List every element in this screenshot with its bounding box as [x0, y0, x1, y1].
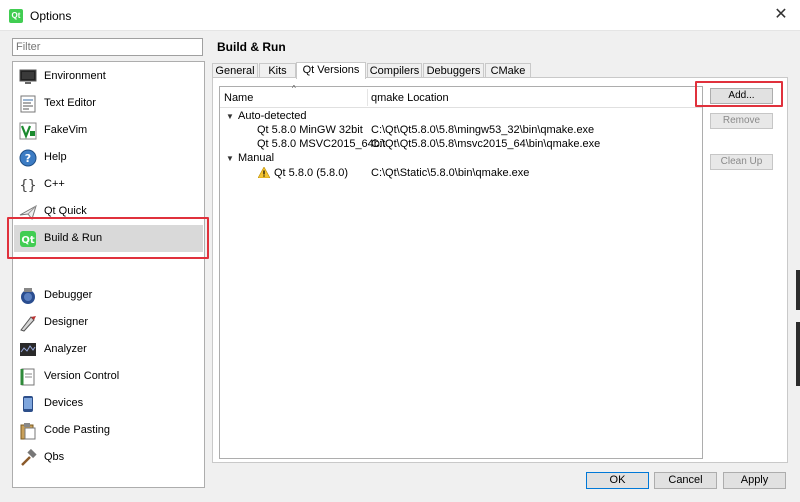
tree-row-name[interactable]: Qt 5.8.0 (5.8.0)	[274, 167, 348, 179]
tree-row-name[interactable]: Qt 5.8.0 MinGW 32bit	[257, 124, 363, 136]
window-title: Options	[30, 9, 72, 23]
category-designer[interactable]: Designer	[14, 309, 203, 336]
category-environment[interactable]: Environment	[14, 63, 203, 90]
page-title: Build & Run	[217, 40, 286, 54]
category-text-editor[interactable]: Text Editor	[14, 90, 203, 117]
background-window-edge-gap	[796, 310, 800, 322]
tree-header: Name ^ qmake Location	[220, 84, 702, 108]
chevron-down-icon[interactable]: ▼	[226, 154, 234, 163]
cancel-button[interactable]: Cancel	[654, 472, 717, 489]
category-help[interactable]: ? Help	[14, 144, 203, 171]
category-label: Analyzer	[44, 343, 87, 355]
clean-up-button[interactable]: Clean Up	[710, 154, 773, 170]
analyzer-icon	[20, 343, 36, 356]
warning-icon	[258, 167, 270, 178]
cpp-braces-icon: {}	[20, 178, 37, 194]
apply-button[interactable]: Apply	[723, 472, 786, 489]
column-divider	[367, 89, 368, 106]
column-header-name[interactable]: Name	[224, 92, 253, 104]
qt-versions-tree[interactable]: Name ^ qmake Location ▼ Auto-detected Qt…	[219, 84, 703, 459]
tree-group-manual[interactable]: Manual	[238, 152, 274, 164]
sort-caret-icon: ^	[292, 84, 296, 93]
tree-row-location[interactable]: C:\Qt\Static\5.8.0\bin\qmake.exe	[371, 167, 529, 179]
category-label: Help	[44, 151, 67, 163]
highlight-box-add	[695, 81, 783, 107]
text-editor-icon	[20, 95, 36, 113]
category-code-pasting[interactable]: Code Pasting	[14, 417, 203, 444]
category-list: Environment Text Editor FakeVim ? Help {…	[12, 61, 205, 488]
close-window-button[interactable]: ✕	[770, 5, 792, 25]
designer-icon	[20, 316, 36, 332]
fakevim-icon	[19, 122, 37, 140]
category-fakevim[interactable]: FakeVim	[14, 117, 203, 144]
category-qbs[interactable]: Qbs	[14, 444, 203, 471]
category-label: Qbs	[44, 451, 65, 463]
category-label: Qt Quick	[44, 205, 87, 217]
svg-text:{}: {}	[20, 178, 37, 194]
debugger-icon	[21, 288, 35, 304]
devices-icon	[23, 396, 33, 412]
options-dialog: Environment Text Editor FakeVim ? Help {…	[0, 31, 800, 502]
tree-row-location[interactable]: C:\Qt\Qt5.8.0\5.8\mingw53_32\bin\qmake.e…	[371, 124, 594, 136]
category-label: FakeVim	[44, 124, 88, 136]
background-window-edge	[796, 270, 800, 386]
chevron-down-icon[interactable]: ▼	[226, 112, 234, 121]
monitor-icon	[19, 69, 37, 84]
column-header-qmake-location[interactable]: qmake Location	[371, 92, 449, 104]
category-version-control[interactable]: Version Control	[14, 363, 203, 390]
title-bar: Qt Options ✕	[0, 0, 800, 31]
help-icon: ?	[19, 149, 37, 167]
category-label: Debugger	[44, 289, 93, 301]
remove-button[interactable]: Remove	[710, 113, 773, 129]
tree-row-location[interactable]: C:\Qt\Qt5.8.0\5.8\msvc2015_64\bin\qmake.…	[371, 138, 600, 150]
filter-input[interactable]	[12, 38, 203, 56]
category-analyzer[interactable]: Analyzer	[14, 336, 203, 363]
category-label: Environment	[44, 70, 106, 82]
category-label: Version Control	[44, 370, 120, 382]
category-devices[interactable]: Devices	[14, 390, 203, 417]
code-pasting-icon	[20, 423, 36, 440]
category-label: Devices	[44, 397, 84, 409]
category-label: Text Editor	[44, 97, 96, 109]
tree-row-name[interactable]: Qt 5.8.0 MSVC2015_64bit	[257, 138, 385, 150]
category-label: Designer	[44, 316, 89, 328]
svg-text:?: ?	[25, 152, 31, 165]
category-label: C++	[44, 178, 65, 190]
version-control-icon	[20, 368, 35, 386]
ok-button[interactable]: OK	[586, 472, 649, 489]
qt-app-icon: Qt	[9, 9, 23, 23]
tree-group-auto-detected[interactable]: Auto-detected	[238, 110, 307, 122]
category-debugger[interactable]: Debugger	[14, 282, 203, 309]
highlight-box-build-run	[7, 217, 209, 259]
category-cpp[interactable]: {} C++	[14, 171, 203, 198]
tab-qt-versions[interactable]: Qt Versions	[296, 62, 366, 79]
qbs-hammer-icon	[21, 449, 37, 466]
category-label: Code Pasting	[44, 424, 111, 436]
